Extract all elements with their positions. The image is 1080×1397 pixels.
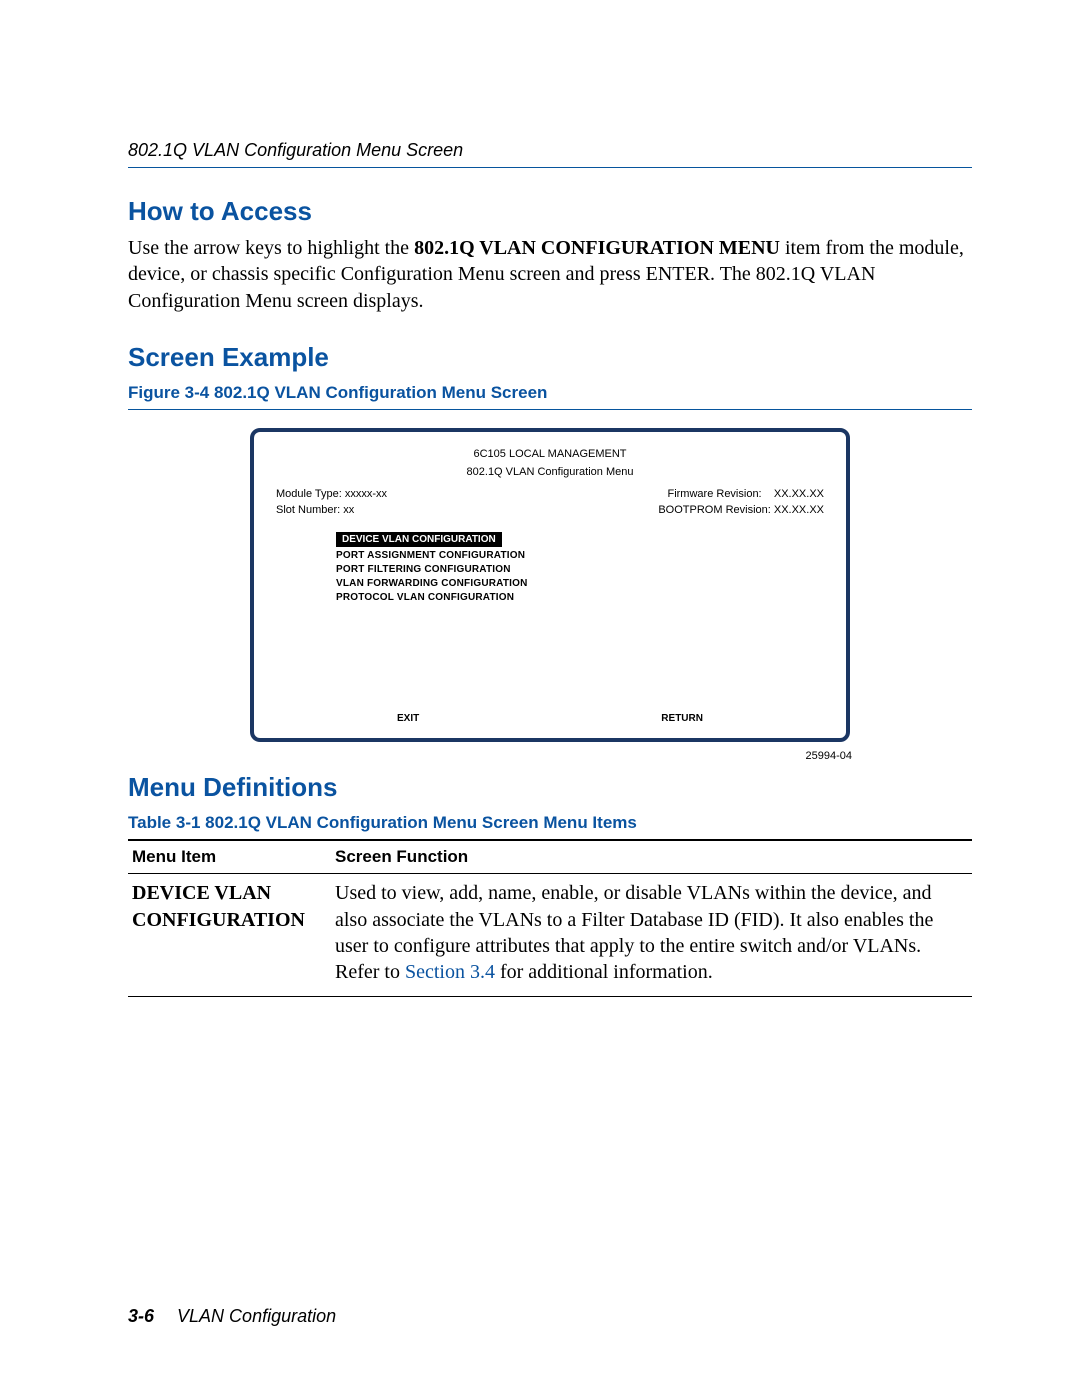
table-caption: Table 3-1 802.1Q VLAN Configuration Menu… xyxy=(128,813,972,833)
table-cell-function: Used to view, add, name, enable, or disa… xyxy=(331,874,972,997)
screen-bootprom: BOOTPROM Revision: XX.XX.XX xyxy=(658,504,824,516)
screen-menu: DEVICE VLAN CONFIGURATION PORT ASSIGNMEN… xyxy=(336,532,824,603)
figure-caption: Figure 3-4 802.1Q VLAN Configuration Men… xyxy=(128,383,972,403)
terminal-screen: 6C105 LOCAL MANAGEMENT 802.1Q VLAN Confi… xyxy=(250,428,850,742)
para-text: Use the arrow keys to highlight the xyxy=(128,237,414,259)
heading-screen-example: Screen Example xyxy=(128,342,972,373)
figure-rule xyxy=(128,409,972,410)
chapter-title: VLAN Configuration xyxy=(177,1306,336,1326)
screen-title-1: 6C105 LOCAL MANAGEMENT xyxy=(276,448,824,460)
screen-title-2: 802.1Q VLAN Configuration Menu xyxy=(276,466,824,478)
page-number: 3-6 xyxy=(128,1306,154,1326)
page-footer: 3-6 VLAN Configuration xyxy=(128,1306,336,1327)
table-cell-item: DEVICE VLAN CONFIGURATION xyxy=(128,874,331,997)
screen-menu-item: VLAN FORWARDING CONFIGURATION xyxy=(336,578,824,589)
header-rule xyxy=(128,167,972,168)
screen-illustration-wrap: 6C105 LOCAL MANAGEMENT 802.1Q VLAN Confi… xyxy=(128,428,972,742)
screen-menu-item: PROTOCOL VLAN CONFIGURATION xyxy=(336,592,824,603)
para-how-to-access: Use the arrow keys to highlight the 802.… xyxy=(128,235,972,314)
heading-how-to-access: How to Access xyxy=(128,196,972,227)
figure-id: 25994-04 xyxy=(128,750,852,762)
screen-exit: EXIT xyxy=(397,713,419,724)
table-col-screen-function: Screen Function xyxy=(331,840,972,874)
screen-menu-selected: DEVICE VLAN CONFIGURATION xyxy=(336,532,502,547)
screen-module-type: Module Type: xxxxx-xx xyxy=(276,488,387,500)
link-section-3-4[interactable]: Section 3.4 xyxy=(405,961,495,983)
table-row: DEVICE VLAN CONFIGURATION Used to view, … xyxy=(128,874,972,997)
screen-slot: Slot Number: xx xyxy=(276,504,354,516)
screen-firmware-val: XX.XX.XX xyxy=(774,488,824,500)
screen-menu-item: PORT FILTERING CONFIGURATION xyxy=(336,564,824,575)
table-col-menu-item: Menu Item xyxy=(128,840,331,874)
screen-firmware: Firmware Revision: XX.XX.XX xyxy=(667,488,824,500)
screen-firmware-label: Firmware Revision: xyxy=(667,488,761,500)
screen-menu-item: PORT ASSIGNMENT CONFIGURATION xyxy=(336,550,824,561)
screen-return: RETURN xyxy=(661,713,703,724)
heading-menu-definitions: Menu Definitions xyxy=(128,772,972,803)
cell-text-2: for additional information. xyxy=(495,961,713,983)
running-header: 802.1Q VLAN Configuration Menu Screen xyxy=(128,140,972,161)
para-bold: 802.1Q VLAN CONFIGURATION MENU xyxy=(414,237,780,259)
menu-items-table: Menu Item Screen Function DEVICE VLAN CO… xyxy=(128,839,972,997)
